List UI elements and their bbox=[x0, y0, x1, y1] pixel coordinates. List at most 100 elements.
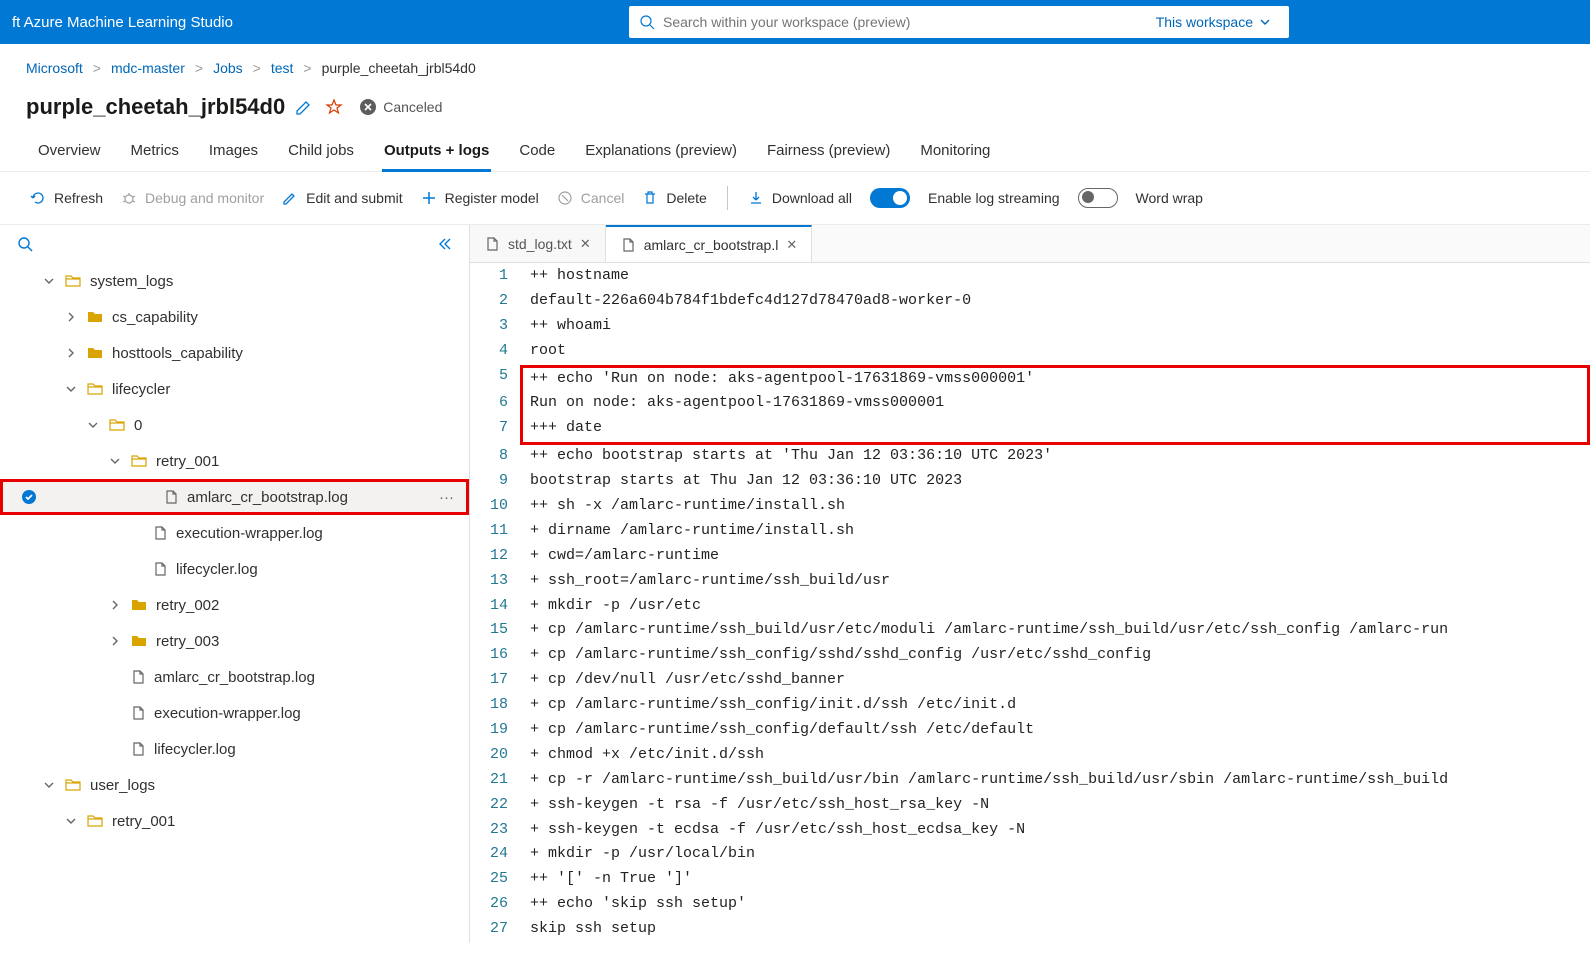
line-number: 11 bbox=[470, 520, 520, 545]
search-input[interactable] bbox=[663, 14, 1146, 30]
code-line: + mkdir -p /usr/local/bin bbox=[520, 843, 1590, 868]
tree-item-label: lifecycler bbox=[112, 381, 457, 398]
refresh-button[interactable]: Refresh bbox=[30, 190, 103, 206]
tree-folder[interactable]: retry_003 bbox=[0, 623, 469, 659]
close-icon[interactable]: ✕ bbox=[786, 237, 797, 253]
bug-icon bbox=[121, 190, 137, 206]
file-icon bbox=[620, 237, 636, 253]
pencil-icon bbox=[282, 190, 298, 206]
line-number: 17 bbox=[470, 669, 520, 694]
tree-file[interactable]: execution-wrapper.log bbox=[0, 695, 469, 731]
chevron-down-icon[interactable] bbox=[108, 455, 122, 467]
search-icon[interactable] bbox=[16, 235, 34, 253]
edit-icon[interactable] bbox=[295, 98, 313, 116]
file-icon bbox=[152, 525, 168, 541]
line-number: 21 bbox=[470, 769, 520, 794]
file-icon bbox=[152, 561, 168, 577]
delete-button[interactable]: Delete bbox=[642, 190, 706, 206]
file-icon bbox=[130, 741, 146, 757]
edit-submit-button[interactable]: Edit and submit bbox=[282, 190, 403, 206]
editor-panel: std_log.txt✕amlarc_cr_bootstrap.l✕ 1++ h… bbox=[470, 225, 1590, 943]
line-number: 4 bbox=[470, 340, 520, 365]
tab-metrics[interactable]: Metrics bbox=[129, 132, 181, 171]
download-all-button[interactable]: Download all bbox=[748, 190, 852, 206]
tree-folder[interactable]: retry_001 bbox=[0, 443, 469, 479]
tab-images[interactable]: Images bbox=[207, 132, 260, 171]
more-icon[interactable]: ··· bbox=[439, 489, 454, 506]
tab-outputs-logs[interactable]: Outputs + logs bbox=[382, 132, 491, 171]
chevron-right-icon[interactable] bbox=[108, 635, 122, 647]
trash-icon bbox=[642, 190, 658, 206]
folder-icon bbox=[130, 596, 148, 614]
word-wrap-toggle[interactable] bbox=[1078, 188, 1118, 208]
chevron-down-icon[interactable] bbox=[42, 275, 56, 287]
tree-folder[interactable]: user_logs bbox=[0, 767, 469, 803]
log-streaming-toggle[interactable] bbox=[870, 188, 910, 208]
tree-folder[interactable]: 0 bbox=[0, 407, 469, 443]
tree-file[interactable]: lifecycler.log bbox=[0, 731, 469, 767]
brand-title: ft Azure Machine Learning Studio bbox=[12, 14, 233, 31]
tab-monitoring[interactable]: Monitoring bbox=[918, 132, 992, 171]
editor-tab[interactable]: amlarc_cr_bootstrap.l✕ bbox=[606, 225, 813, 262]
chevron-right-icon[interactable] bbox=[108, 599, 122, 611]
tree-file[interactable]: execution-wrapper.log bbox=[0, 515, 469, 551]
folder-icon bbox=[130, 452, 148, 470]
tab-explanations-preview-[interactable]: Explanations (preview) bbox=[583, 132, 739, 171]
line-number: 3 bbox=[470, 315, 520, 340]
folder-icon bbox=[86, 344, 104, 362]
breadcrumb-link[interactable]: Jobs bbox=[213, 60, 243, 76]
chevron-down-icon[interactable] bbox=[64, 815, 78, 827]
tree-file[interactable]: amlarc_cr_bootstrap.log bbox=[0, 659, 469, 695]
line-number: 14 bbox=[470, 595, 520, 620]
breadcrumb-link[interactable]: mdc-master bbox=[111, 60, 185, 76]
editor-tab[interactable]: std_log.txt✕ bbox=[470, 225, 606, 262]
check-icon bbox=[21, 489, 37, 505]
code-line: bootstrap starts at Thu Jan 12 03:36:10 … bbox=[520, 470, 1590, 495]
chevron-down-icon[interactable] bbox=[86, 419, 100, 431]
code-line: + cwd=/amlarc-runtime bbox=[520, 545, 1590, 570]
register-model-button[interactable]: Register model bbox=[421, 190, 539, 206]
tab-code[interactable]: Code bbox=[517, 132, 557, 171]
close-icon[interactable]: ✕ bbox=[580, 236, 591, 252]
tree-folder[interactable]: hosttools_capability bbox=[0, 335, 469, 371]
code-line: skip ssh setup bbox=[520, 918, 1590, 943]
code-viewer: 1++ hostname2default-226a604b784f1bdefc4… bbox=[470, 263, 1590, 943]
search-box[interactable]: This workspace bbox=[629, 6, 1289, 38]
tree-folder[interactable]: cs_capability bbox=[0, 299, 469, 335]
file-icon bbox=[484, 236, 500, 252]
tree-file[interactable]: lifecycler.log bbox=[0, 551, 469, 587]
tree-file[interactable]: amlarc_cr_bootstrap.log··· bbox=[0, 479, 469, 515]
chevron-right-icon[interactable] bbox=[64, 347, 78, 359]
chevron-down-icon[interactable] bbox=[42, 779, 56, 791]
chevron-right-icon[interactable] bbox=[64, 311, 78, 323]
tree-item-label: execution-wrapper.log bbox=[154, 705, 457, 722]
line-number: 22 bbox=[470, 794, 520, 819]
tree-folder[interactable]: retry_001 bbox=[0, 803, 469, 839]
status-badge: Canceled bbox=[353, 98, 442, 116]
tree-folder[interactable]: lifecycler bbox=[0, 371, 469, 407]
star-icon[interactable] bbox=[325, 98, 343, 116]
debug-button: Debug and monitor bbox=[121, 190, 264, 206]
tree-item-label: execution-wrapper.log bbox=[176, 525, 457, 542]
tab-child-jobs[interactable]: Child jobs bbox=[286, 132, 356, 171]
code-line: + cp -r /amlarc-runtime/ssh_build/usr/bi… bbox=[520, 769, 1590, 794]
tree-folder[interactable]: retry_002 bbox=[0, 587, 469, 623]
tree-item-label: 0 bbox=[134, 417, 457, 434]
tab-fairness-preview-[interactable]: Fairness (preview) bbox=[765, 132, 892, 171]
refresh-icon bbox=[30, 190, 46, 206]
line-number: 23 bbox=[470, 819, 520, 844]
code-line: Run on node: aks-agentpool-17631869-vmss… bbox=[520, 392, 1590, 417]
code-line: + mkdir -p /usr/etc bbox=[520, 595, 1590, 620]
breadcrumb: Microsoft>mdc-master>Jobs>test>purple_ch… bbox=[0, 44, 1590, 84]
breadcrumb-link[interactable]: Microsoft bbox=[26, 60, 83, 76]
tree-folder[interactable]: system_logs bbox=[0, 263, 469, 299]
search-scope[interactable]: This workspace bbox=[1146, 14, 1279, 30]
collapse-icon[interactable] bbox=[435, 235, 453, 253]
breadcrumb-link[interactable]: test bbox=[271, 60, 294, 76]
code-line: + ssh_root=/amlarc-runtime/ssh_build/usr bbox=[520, 570, 1590, 595]
log-streaming-label: Enable log streaming bbox=[928, 190, 1060, 206]
tab-overview[interactable]: Overview bbox=[36, 132, 103, 171]
chevron-down-icon[interactable] bbox=[64, 383, 78, 395]
tree-header bbox=[0, 225, 469, 263]
line-number: 25 bbox=[470, 868, 520, 893]
